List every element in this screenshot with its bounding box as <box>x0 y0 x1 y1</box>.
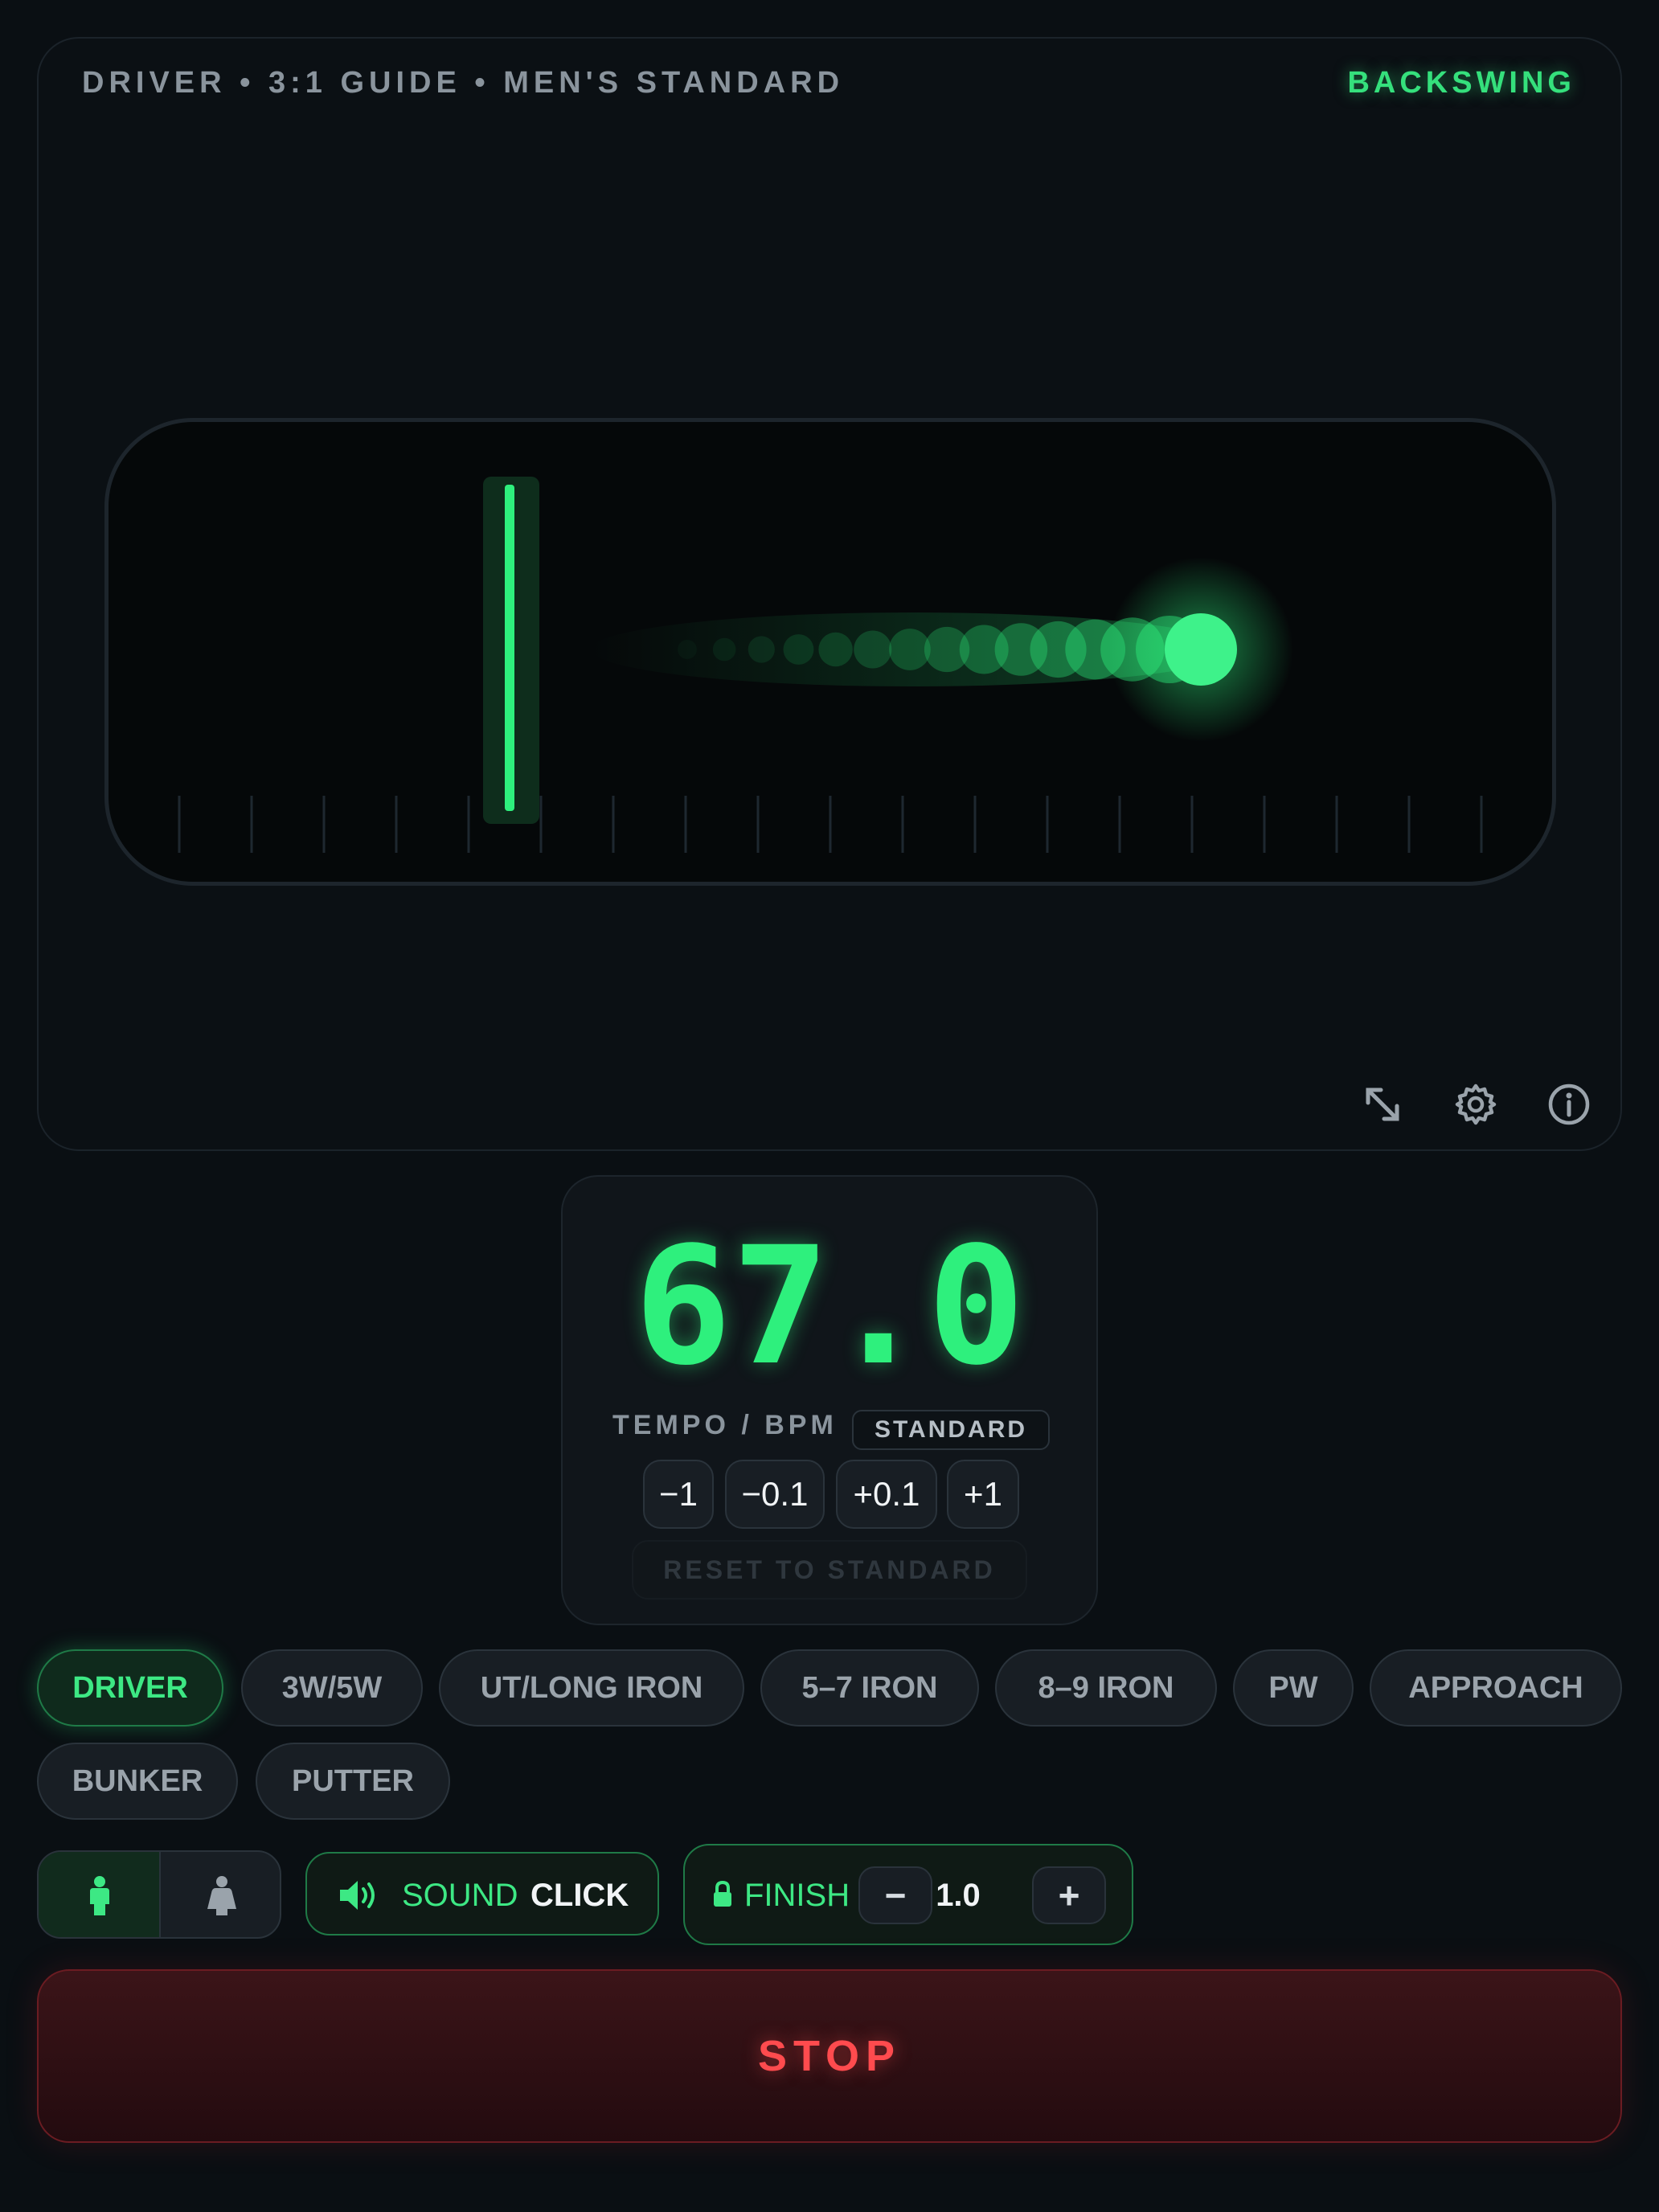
finish-increase-button[interactable]: + <box>1032 1866 1106 1924</box>
sound-toggle-button[interactable]: SOUND CLICK <box>305 1852 659 1936</box>
reset-to-standard-button[interactable]: RESET TO STANDARD <box>632 1540 1027 1600</box>
track-graphic <box>178 477 1483 853</box>
trail-dot <box>748 636 775 663</box>
trail-dot <box>712 637 736 662</box>
gender-toggle <box>37 1850 281 1939</box>
gear-icon[interactable] <box>1450 1079 1501 1130</box>
club-guide-caption: DRIVER • 3:1 GUIDE • MEN'S STANDARD <box>82 66 845 100</box>
club-8-9-iron[interactable]: 8–9 IRON <box>995 1649 1217 1727</box>
trail-dot <box>854 630 892 669</box>
finish-control: FINISH − 1.0 + <box>683 1844 1133 1945</box>
club-bunker[interactable]: BUNKER <box>37 1743 238 1820</box>
tempo-plus-1-button[interactable]: +1 <box>947 1460 1019 1529</box>
tempo-track <box>104 418 1556 886</box>
club-3w-5w[interactable]: 3W/5W <box>241 1649 423 1727</box>
female-button[interactable] <box>161 1852 280 1937</box>
stop-button[interactable]: STOP <box>37 1969 1622 2143</box>
female-icon <box>207 1876 236 1915</box>
male-icon <box>90 1876 109 1915</box>
trail-dot <box>818 632 853 667</box>
finish-value: 1.0 <box>936 1878 981 1913</box>
sound-label: SOUND <box>402 1878 518 1913</box>
impact-line <box>505 485 514 811</box>
trail-dot <box>783 634 814 665</box>
club-pw[interactable]: PW <box>1233 1649 1354 1727</box>
tempo-value: 67.0 <box>633 1211 1026 1401</box>
tempo-plus-0-1-button[interactable]: +0.1 <box>836 1460 937 1529</box>
swing-phase-label: BACKSWING <box>1347 66 1575 100</box>
standard-badge: STANDARD <box>852 1410 1050 1450</box>
stop-label: STOP <box>757 2032 902 2080</box>
finish-label: FINISH <box>744 1878 850 1913</box>
tick-marks <box>178 796 1483 853</box>
tempo-label: TEMPO / BPM <box>612 1410 838 1440</box>
male-button[interactable] <box>39 1852 161 1937</box>
trail-dot <box>678 640 697 659</box>
sound-value: CLICK <box>530 1878 629 1913</box>
tempo-minus-0-1-button[interactable]: −0.1 <box>725 1460 825 1529</box>
tempo-panel: 67.0 TEMPO / BPM STANDARD −1 −0.1 +0.1 +… <box>561 1175 1098 1625</box>
swing-visualizer: DRIVER • 3:1 GUIDE • MEN'S STANDARD BACK… <box>37 37 1622 1151</box>
club-5-7-iron[interactable]: 5–7 IRON <box>760 1649 979 1727</box>
info-icon[interactable] <box>1543 1079 1595 1130</box>
club-ut-long-iron[interactable]: UT/LONG IRON <box>439 1649 744 1727</box>
club-putter[interactable]: PUTTER <box>256 1743 450 1820</box>
tempo-minus-1-button[interactable]: −1 <box>643 1460 714 1529</box>
fullscreen-icon[interactable] <box>1357 1079 1408 1130</box>
club-approach[interactable]: APPROACH <box>1370 1649 1622 1727</box>
speaker-icon <box>340 1881 375 1910</box>
tempo-ball <box>1165 613 1237 686</box>
lock-icon <box>714 1881 731 1907</box>
club-driver[interactable]: DRIVER <box>37 1649 223 1727</box>
